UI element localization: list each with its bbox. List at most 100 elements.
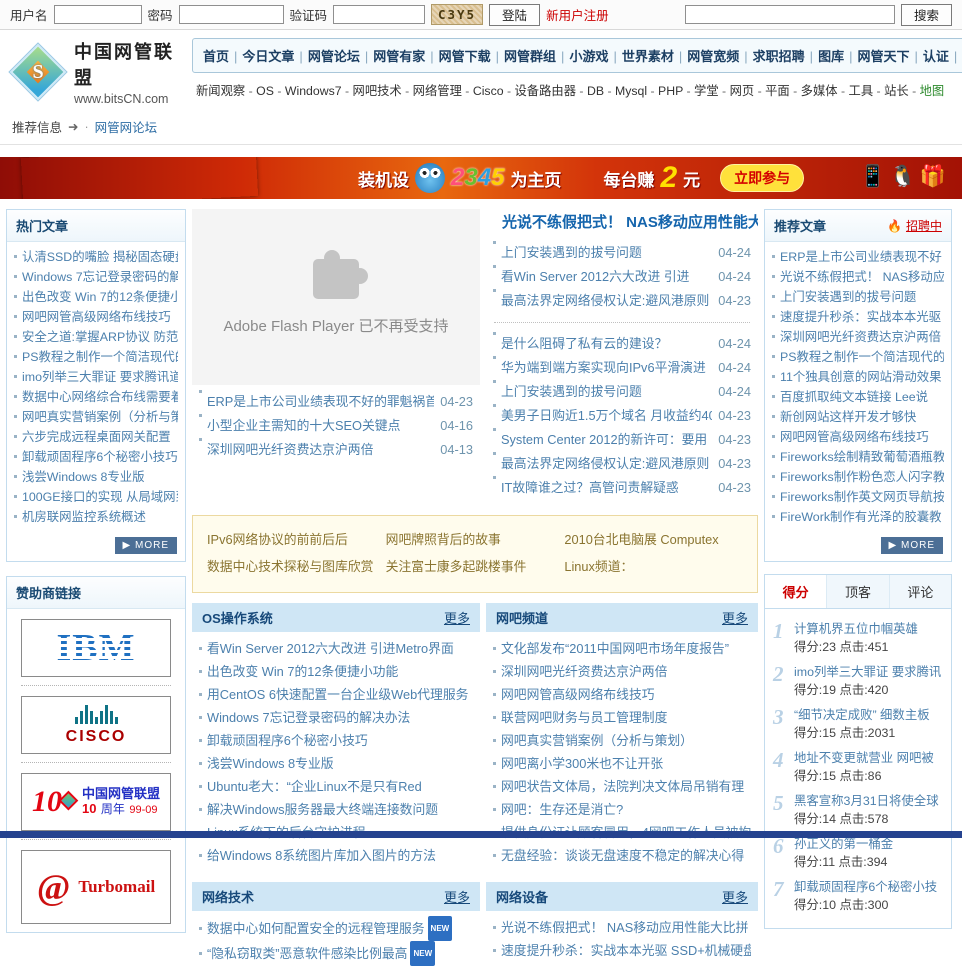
sub-nav-link[interactable]: 新闻观察	[196, 84, 245, 98]
main-nav-link[interactable]: 世界素材	[608, 49, 673, 64]
article-link[interactable]: 最高法界定网络侵权认定:避风港原则	[501, 289, 712, 313]
sub-nav-link[interactable]: 网页	[719, 84, 755, 98]
article-link[interactable]: 解决Windows服务器最大终端连接数问题	[207, 802, 438, 817]
article-link[interactable]: Fireworks制作英文网页导航按	[780, 490, 944, 504]
hot-more-button[interactable]: ▶ MORE	[115, 537, 177, 554]
section-os-more-link[interactable]: 更多	[444, 608, 470, 627]
article-link[interactable]: System Center 2012的新许可：要用	[501, 428, 712, 452]
sub-nav-link[interactable]: 网络管理	[402, 84, 462, 98]
register-link[interactable]: 新用户注册	[546, 5, 609, 24]
article-link[interactable]: 浅尝Windows 8专业版	[22, 470, 145, 484]
article-link[interactable]: 机房联网监控系统概述	[22, 510, 146, 524]
captcha-image[interactable]: C3Y5	[431, 4, 483, 25]
section-netdevice-more-link[interactable]: 更多	[722, 887, 748, 906]
article-link[interactable]: Fireworks绘制精致葡萄酒瓶教	[780, 450, 944, 464]
main-nav-link[interactable]: 小游戏	[556, 49, 608, 64]
highlight-link[interactable]: 关注富士康多起跳楼事件	[386, 559, 527, 574]
article-link[interactable]: 网吧网管高级网络布线技巧	[501, 687, 655, 702]
sub-nav-link[interactable]: 地图	[909, 84, 945, 98]
article-link[interactable]: 安全之道:掌握ARP协议 防范	[22, 330, 178, 344]
sub-nav-link[interactable]: 站长	[873, 84, 909, 98]
sub-nav-link[interactable]: PHP	[647, 84, 683, 98]
cisco-logo[interactable]: CISCO	[21, 696, 171, 754]
main-nav-link[interactable]: 求职招聘	[739, 49, 804, 64]
article-link[interactable]: 计算机界五位巾帼英雄	[794, 621, 918, 638]
sub-nav-link[interactable]: OS	[245, 84, 274, 98]
article-link[interactable]: imo列举三大罪证 要求腾讯道	[22, 370, 178, 384]
article-link[interactable]: ERP是上市公司业绩表现不好	[780, 250, 942, 264]
main-nav-link[interactable]: 专题	[949, 49, 962, 64]
main-nav-link[interactable]: 网管有家	[360, 49, 425, 64]
article-link[interactable]: 六步完成远程桌面网关配置	[22, 430, 171, 444]
highlight-link[interactable]: 数据中心技术探秘与图库欣赏	[207, 559, 373, 574]
article-link[interactable]: 美男子日购近1.5万个域名 月收益约40	[501, 404, 712, 428]
sub-nav-link[interactable]: DB	[576, 84, 604, 98]
password-input[interactable]	[179, 5, 284, 24]
article-link[interactable]: 网吧真实营销案例（分析与策划）	[501, 733, 693, 748]
main-nav-link[interactable]: 今日文章	[229, 49, 294, 64]
site-logo[interactable]: S 中国网管联盟 www.bitsCN.com	[10, 38, 182, 106]
article-link[interactable]: 深圳网吧光纤资费达京沪两倍	[207, 438, 434, 462]
main-nav-link[interactable]: 图库	[805, 49, 844, 64]
ranking-tab[interactable]: 得分	[765, 575, 826, 608]
article-link[interactable]: 卸载顽固程序6个秘密小技巧	[207, 733, 368, 748]
sub-nav-link[interactable]: 网吧技术	[342, 84, 402, 98]
breadcrumb-forum-link[interactable]: 网管网论坛	[95, 117, 158, 136]
article-link[interactable]: 100GE接口的实现 从局域网到	[22, 490, 178, 504]
article-link[interactable]: 上门安装遇到的拔号问题	[780, 290, 916, 304]
main-nav-link[interactable]: 网管宽频	[674, 49, 739, 64]
article-link[interactable]: 11个独具创意的网站滑动效果	[780, 370, 942, 384]
article-link[interactable]: 看Win Server 2012六大改进 引进	[501, 265, 712, 289]
article-link[interactable]: 最高法界定网络侵权认定:避风港原则	[501, 452, 712, 476]
ibm-logo[interactable]: IBM	[21, 619, 171, 677]
article-link[interactable]: FireWork制作有光泽的胶囊教	[780, 510, 942, 524]
article-link[interactable]: 上门安装遇到的拔号问题	[501, 380, 712, 404]
article-link[interactable]: 黑客宣称3月31日将使全球	[794, 793, 939, 810]
article-link[interactable]: 网吧网管高级网络布线技巧	[22, 310, 171, 324]
article-link[interactable]: 新创网站这样开发才够快	[780, 410, 916, 424]
main-nav-link[interactable]: 网管下载	[425, 49, 490, 64]
sub-nav-link[interactable]: Cisco	[462, 84, 504, 98]
sub-nav-link[interactable]: 学堂	[683, 84, 719, 98]
article-link[interactable]: 小型企业主需知的十大SEO关键点	[207, 414, 434, 438]
article-link[interactable]: 看Win Server 2012六大改进 引进Metro界面	[207, 641, 454, 656]
article-link[interactable]: 出色改变 Win 7的12条便捷小	[22, 290, 178, 304]
article-link[interactable]: Windows 7忘记登录密码的解决办法	[207, 710, 410, 725]
article-link[interactable]: Ubuntu老大：“企业Linux不是只有Red	[207, 779, 422, 794]
article-link[interactable]: imo列举三大罪证 要求腾讯	[794, 664, 941, 681]
login-button[interactable]: 登陆	[489, 4, 540, 26]
article-link[interactable]: 出色改变 Win 7的12条便捷小功能	[207, 664, 398, 679]
article-link[interactable]: 网吧真实营销案例（分析与策	[22, 410, 178, 424]
article-link[interactable]: 数据中心如何配置安全的远程管理服务	[207, 921, 425, 936]
main-nav-link[interactable]: 认证	[909, 49, 948, 64]
article-link[interactable]: 孙正义的第一桶金	[794, 836, 893, 853]
article-link[interactable]: 卸载顽固程序6个秘密小技	[794, 879, 937, 896]
article-link[interactable]: 网吧：生存还是消亡?	[501, 802, 623, 817]
article-link[interactable]: “细节决定成败” 细数主板	[794, 707, 930, 724]
article-link[interactable]: 速度提升秒杀：实战本本光驱 SSD+机械硬盘	[501, 943, 751, 958]
main-nav-link[interactable]: 网管天下	[844, 49, 909, 64]
article-link[interactable]: IT故障谁之过？高管问责解疑惑	[501, 476, 712, 500]
article-link[interactable]: 联营网吧财务与员工管理制度	[501, 710, 667, 725]
section-netbar-more-link[interactable]: 更多	[722, 608, 748, 627]
headline-link[interactable]: 光说不练假把式！ NAS移动应用性能大	[486, 209, 758, 236]
highlight-link[interactable]: Linux频道：	[564, 559, 633, 574]
ranking-tab[interactable]: 顶客	[826, 575, 888, 608]
article-link[interactable]: Fireworks制作粉色恋人闪字教	[780, 470, 944, 484]
article-link[interactable]: 网吧网管高级网络布线技巧	[780, 430, 929, 444]
sub-nav-link[interactable]: Windows7	[274, 84, 342, 98]
article-link[interactable]: “隐私窃取类”恶意软件感染比例最高	[207, 946, 407, 961]
article-link[interactable]: 光说不练假把式！ NAS移动应	[780, 270, 944, 284]
article-link[interactable]: 百度抓取纯文本链接 Lee说	[780, 390, 928, 404]
username-input[interactable]	[54, 5, 142, 24]
article-link[interactable]: 光说不练假把式！ NAS移动应用性能大比拼	[501, 920, 748, 935]
article-link[interactable]: Windows 7忘记登录密码的解	[22, 270, 178, 284]
anniversary-logo[interactable]: 10 中国网管联盟 10 周年 99-09	[21, 773, 171, 831]
sub-nav-link[interactable]: Mysql	[604, 84, 647, 98]
banner-join-button[interactable]: 立即参与	[720, 164, 804, 192]
article-link[interactable]: ERP是上市公司业绩表现不好的罪魁祸首？	[207, 390, 434, 414]
article-link[interactable]: 华为端到端方案实现向IPv6平滑演进	[501, 356, 712, 380]
article-link[interactable]: 数据中心网络综合布线需要着	[22, 390, 178, 404]
article-link[interactable]: 网吧离小学300米也不让开张	[501, 756, 663, 771]
article-link[interactable]: 浅尝Windows 8专业版	[207, 756, 334, 771]
